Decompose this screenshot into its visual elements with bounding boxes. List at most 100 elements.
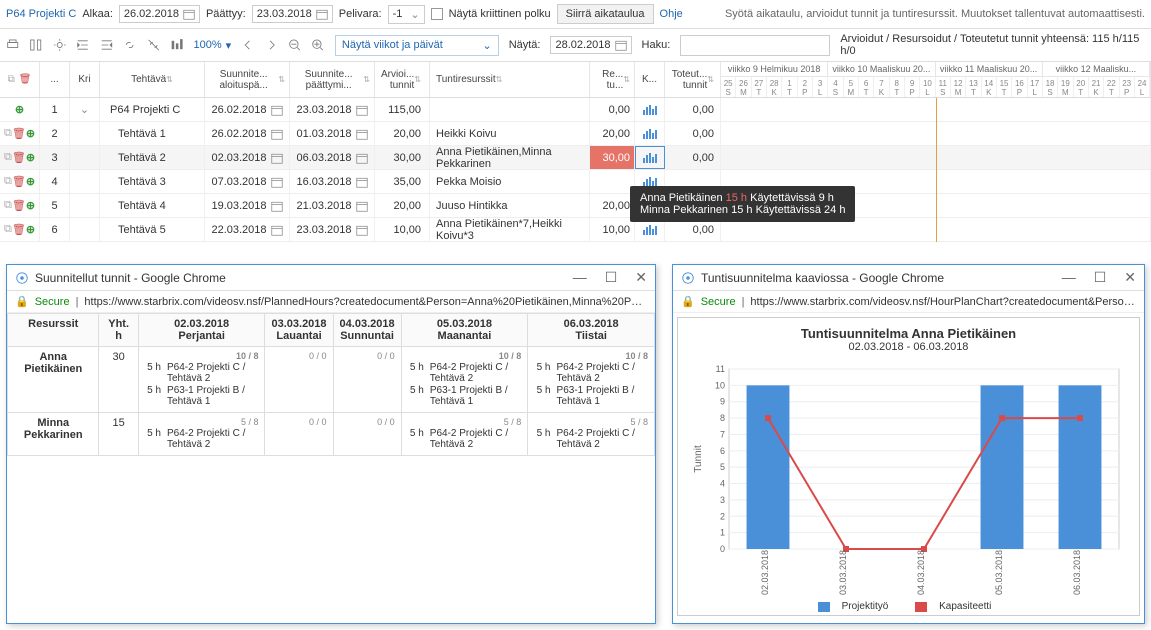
minimize-icon[interactable]: — (1062, 269, 1076, 286)
task-name[interactable]: Tehtävä 1 (100, 122, 205, 145)
col-resource-hours[interactable]: Re... tu... (590, 62, 635, 97)
end-date-input[interactable]: 23.03.2018 (252, 5, 333, 23)
bar-chart-icon[interactable] (642, 152, 658, 164)
bars-icon[interactable] (170, 38, 183, 52)
close-icon[interactable]: ✕ (635, 269, 647, 286)
end-date-cell[interactable]: 06.03.2018 (290, 146, 375, 169)
estimated-hours[interactable]: 35,00 (375, 170, 430, 193)
resources-cell[interactable]: Heikki Koivu (430, 122, 590, 145)
table-row[interactable]: ⧉ 🗑 ⊕ 4 Tehtävä 3 07.03.2018 16.03.2018 … (0, 170, 1151, 194)
actual-hours[interactable]: 0,00 (665, 98, 721, 121)
task-name[interactable]: Tehtävä 5 (100, 218, 205, 241)
start-date-cell[interactable]: 22.03.2018 (205, 218, 290, 241)
trash-icon[interactable]: 🗑 (19, 74, 32, 85)
estimated-hours[interactable]: 20,00 (375, 122, 430, 145)
actual-hours[interactable]: 0,00 (665, 122, 721, 145)
start-date-cell[interactable]: 26.02.2018 (205, 122, 290, 145)
close-icon[interactable]: ✕ (1124, 269, 1136, 286)
trash-icon[interactable]: 🗑 (12, 223, 26, 236)
link-icon[interactable] (123, 38, 136, 52)
task-name[interactable]: P64 Projekti C (100, 98, 205, 121)
chevron-left-icon[interactable] (241, 38, 254, 52)
trash-icon[interactable]: 🗑 (12, 151, 26, 164)
col-sequence[interactable]: ... (40, 62, 70, 97)
estimated-hours[interactable]: 30,00 (375, 146, 430, 169)
end-date-cell[interactable]: 21.03.2018 (290, 194, 375, 217)
print-icon[interactable] (6, 38, 19, 52)
copy-icon[interactable]: ⧉ (4, 199, 12, 212)
copy-icon[interactable]: ⧉ (8, 74, 15, 85)
start-date-cell[interactable]: 02.03.2018 (205, 146, 290, 169)
estimated-hours[interactable]: 10,00 (375, 218, 430, 241)
end-date-cell[interactable]: 23.03.2018 (290, 98, 375, 121)
calendar-icon[interactable] (356, 200, 368, 212)
maximize-icon[interactable]: ☐ (605, 269, 618, 286)
zoom-control[interactable]: 100% ▾ (194, 39, 232, 52)
col-estimated[interactable]: Arvioi... tunnit (375, 62, 430, 97)
table-row[interactable]: ⧉ 🗑 ⊕ 3 Tehtävä 2 02.03.2018 06.03.2018 … (0, 146, 1151, 170)
calendar-icon[interactable] (271, 152, 283, 164)
start-date-cell[interactable]: 19.03.2018 (205, 194, 290, 217)
col-end[interactable]: Suunnite... päättymi... (290, 62, 375, 97)
resources-cell[interactable]: Juuso Hintikka (430, 194, 590, 217)
buffer-input[interactable]: -1 ⌄ (388, 5, 425, 24)
unlink-icon[interactable] (147, 38, 160, 52)
indent-left-icon[interactable] (76, 38, 89, 52)
minimize-icon[interactable]: — (573, 269, 587, 286)
add-icon[interactable]: ⊕ (26, 199, 35, 212)
bar-chart-icon[interactable] (642, 128, 658, 140)
add-icon[interactable]: ⊕ (26, 151, 35, 164)
start-date-cell[interactable]: 26.02.2018 (205, 98, 290, 121)
calendar-icon[interactable] (271, 104, 283, 116)
resource-hours[interactable]: 10,00 (590, 218, 635, 241)
trash-icon[interactable]: 🗑 (12, 175, 26, 188)
calendar-icon[interactable] (356, 176, 368, 188)
show-date-input[interactable]: 28.02.2018 (550, 36, 631, 54)
zoom-out-icon[interactable] (288, 38, 301, 52)
start-date-input[interactable]: 26.02.2018 (119, 5, 200, 23)
trash-icon[interactable]: 🗑 (12, 199, 26, 212)
bar-chart-icon[interactable] (642, 104, 658, 116)
resource-hours[interactable]: 20,00 (590, 122, 635, 145)
copy-icon[interactable]: ⧉ (4, 223, 12, 236)
col-actual[interactable]: Toteut... tunnit (665, 62, 721, 97)
add-icon[interactable]: ⊕ (15, 103, 24, 116)
copy-icon[interactable]: ⧉ (4, 127, 12, 140)
maximize-icon[interactable]: ☐ (1094, 269, 1107, 286)
chevron-right-icon[interactable] (265, 38, 278, 52)
resources-cell[interactable]: Pekka Moisio (430, 170, 590, 193)
add-icon[interactable]: ⊕ (26, 127, 35, 140)
calendar-icon[interactable] (271, 176, 283, 188)
table-row[interactable]: ⊕ 1 ⌄ P64 Projekti C 26.02.2018 23.03.20… (0, 98, 1151, 122)
calendar-icon[interactable] (271, 128, 283, 140)
copy-icon[interactable]: ⧉ (4, 175, 12, 188)
calendar-icon[interactable] (271, 200, 283, 212)
shift-schedule-button[interactable]: Siirrä aikataulua (557, 4, 654, 24)
end-date-cell[interactable]: 01.03.2018 (290, 122, 375, 145)
help-link[interactable]: Ohje (660, 8, 683, 20)
add-icon[interactable]: ⊕ (26, 223, 35, 236)
resource-hours[interactable]: 20,00 (590, 194, 635, 217)
calendar-icon[interactable] (356, 104, 368, 116)
table-row[interactable]: ⧉ 🗑 ⊕ 6 Tehtävä 5 22.03.2018 23.03.2018 … (0, 218, 1151, 242)
trash-icon[interactable]: 🗑 (12, 127, 26, 140)
task-name[interactable]: Tehtävä 2 (100, 146, 205, 169)
project-link[interactable]: P64 Projekti C (6, 8, 76, 20)
search-input[interactable] (680, 35, 830, 56)
col-critical[interactable]: Kri (70, 62, 100, 97)
add-icon[interactable]: ⊕ (26, 175, 35, 188)
col-start[interactable]: Suunnite... aloituspä... (205, 62, 290, 97)
bar-chart-icon[interactable] (642, 224, 658, 236)
start-date-cell[interactable]: 07.03.2018 (205, 170, 290, 193)
calendar-icon[interactable] (356, 152, 368, 164)
task-name[interactable]: Tehtävä 3 (100, 170, 205, 193)
calendar-icon[interactable] (356, 224, 368, 236)
col-task[interactable]: Tehtävä (100, 62, 205, 97)
gear-icon[interactable] (53, 38, 66, 52)
resource-hours[interactable]: 30,00 (590, 146, 635, 169)
calendar-icon[interactable] (356, 128, 368, 140)
column-icon[interactable] (29, 38, 42, 52)
resources-cell[interactable] (430, 98, 590, 121)
end-date-cell[interactable]: 23.03.2018 (290, 218, 375, 241)
table-row[interactable]: ⧉ 🗑 ⊕ 5 Tehtävä 4 19.03.2018 21.03.2018 … (0, 194, 1151, 218)
